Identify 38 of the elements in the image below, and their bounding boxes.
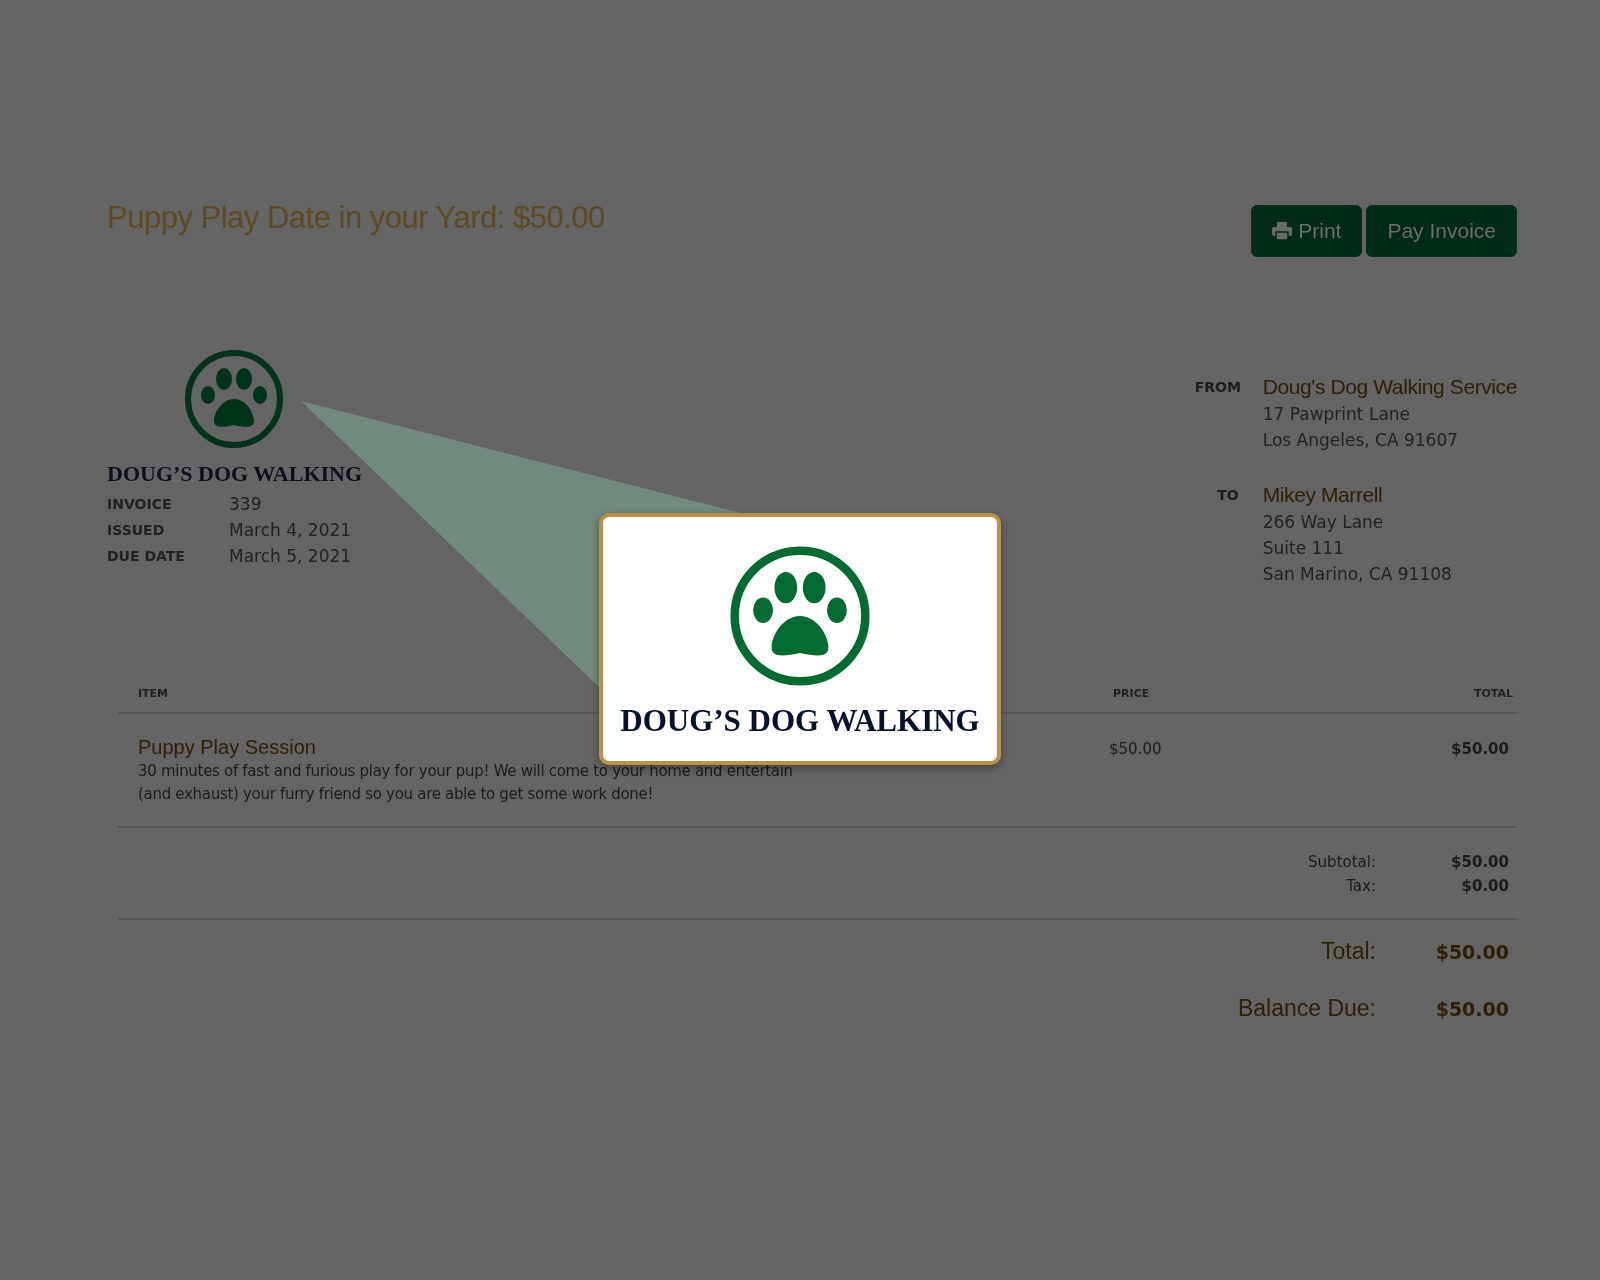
summary-value: $0.00 [1460, 876, 1509, 897]
summary-value: $50.00 [1450, 852, 1509, 873]
party-label: TO [1216, 486, 1239, 505]
address-line: San Marino, CA 91108 [1262, 563, 1452, 586]
brand-name: DOUG’S DOG WALKING [620, 703, 980, 739]
paw-logo-icon [184, 349, 284, 449]
meta-label: ISSUED [107, 521, 166, 540]
address-line: Suite 111 [1262, 537, 1345, 560]
party-name: Doug's Dog Walking Service [1262, 374, 1517, 400]
brand-name: DOUG’S DOG WALKING [107, 461, 363, 487]
meta-value: March 5, 2021 [229, 545, 353, 568]
column-header: PRICE [1113, 687, 1151, 700]
total-label: Total: [1321, 938, 1376, 965]
item-name: Puppy Play Session [138, 735, 317, 760]
action-button[interactable]: Pay Invoice [1366, 205, 1517, 257]
item-description: 30 minutes of fast and furious play for your pup! We will come to your home and entertain (and exhaust) your furry friend so you are able to get some work done! [138, 761, 794, 805]
party-name: Mikey Marrell [1262, 482, 1384, 508]
column-header: TOTAL [1472, 687, 1513, 700]
paw-logo-icon [729, 545, 871, 687]
meta-value: 339 [229, 493, 263, 516]
total-label: Balance Due: [1237, 995, 1376, 1022]
action-button[interactable]: Print [1251, 205, 1363, 257]
meta-label: INVOICE [107, 495, 173, 514]
summary-label: Subtotal: [1308, 852, 1376, 873]
item-total: $50.00 [1450, 739, 1509, 758]
column-header: ITEM [138, 687, 170, 700]
meta-label: DUE DATE [107, 547, 186, 566]
party-label: FROM [1194, 378, 1239, 397]
printer-icon [1272, 222, 1293, 240]
total-value: $50.00 [1434, 940, 1509, 965]
total-value: $50.00 [1434, 997, 1509, 1022]
address-line: 266 Way Lane [1262, 511, 1385, 534]
summary-label: Tax: [1346, 876, 1376, 897]
meta-value: March 4, 2021 [229, 519, 353, 542]
address-line: Los Angeles, CA 91607 [1262, 429, 1460, 452]
address-line: 17 Pawprint Lane [1262, 403, 1412, 426]
item-price: $50.00 [1109, 739, 1163, 758]
invoice-title: Puppy Play Date in your Yard: $50.00 [107, 200, 605, 236]
